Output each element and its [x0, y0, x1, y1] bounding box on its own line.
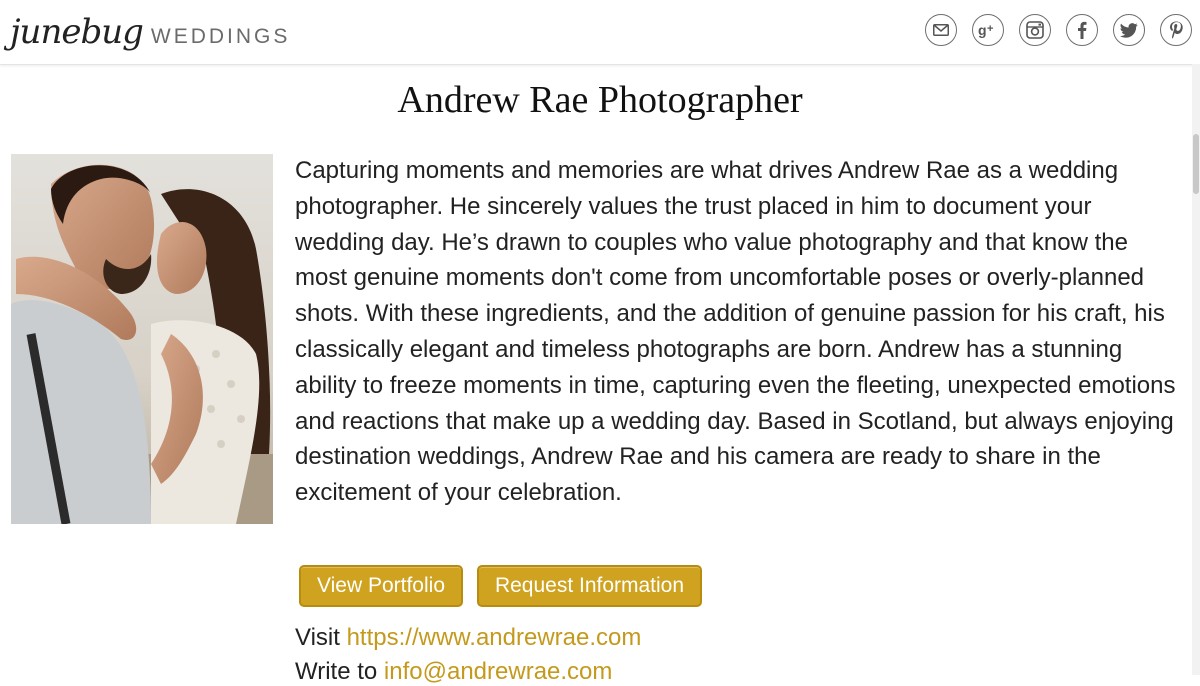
twitter-icon[interactable]: [1113, 14, 1145, 46]
mail-icon[interactable]: [925, 14, 957, 46]
photographer-description: Capturing moments and memories are what …: [295, 157, 1176, 507]
email-link[interactable]: info@andrewrae.com: [384, 658, 612, 685]
svg-text:g: g: [978, 22, 987, 38]
page-title: Andrew Rae Photographer: [397, 79, 803, 121]
logo-word: WEDDINGS: [150, 25, 291, 48]
view-portfolio-button[interactable]: View Portfolio: [299, 565, 463, 607]
page-scrollbar[interactable]: [1192, 64, 1200, 675]
facebook-icon[interactable]: [1066, 14, 1098, 46]
svg-text:+: +: [987, 23, 993, 35]
request-information-button[interactable]: Request Information: [477, 565, 702, 607]
visit-line: Visit https://www.andrewrae.com: [295, 624, 641, 652]
site-logo[interactable]: junebug WEDDINGS: [10, 12, 290, 56]
social-links: g +: [925, 14, 1192, 46]
site-header: junebug WEDDINGS g +: [0, 0, 1200, 65]
couple-photo-illustration: [11, 154, 273, 524]
instagram-icon[interactable]: [1019, 14, 1051, 46]
write-label: Write to: [295, 658, 378, 685]
website-link[interactable]: https://www.andrewrae.com: [347, 624, 642, 651]
write-line: Write to info@andrewrae.com: [295, 658, 612, 686]
scrollbar-thumb[interactable]: [1193, 134, 1199, 194]
photographer-photo: [11, 154, 273, 524]
logo-script: junebug: [10, 12, 144, 52]
google-plus-icon[interactable]: g +: [972, 14, 1004, 46]
pinterest-icon[interactable]: [1160, 14, 1192, 46]
visit-label: Visit: [295, 624, 340, 651]
